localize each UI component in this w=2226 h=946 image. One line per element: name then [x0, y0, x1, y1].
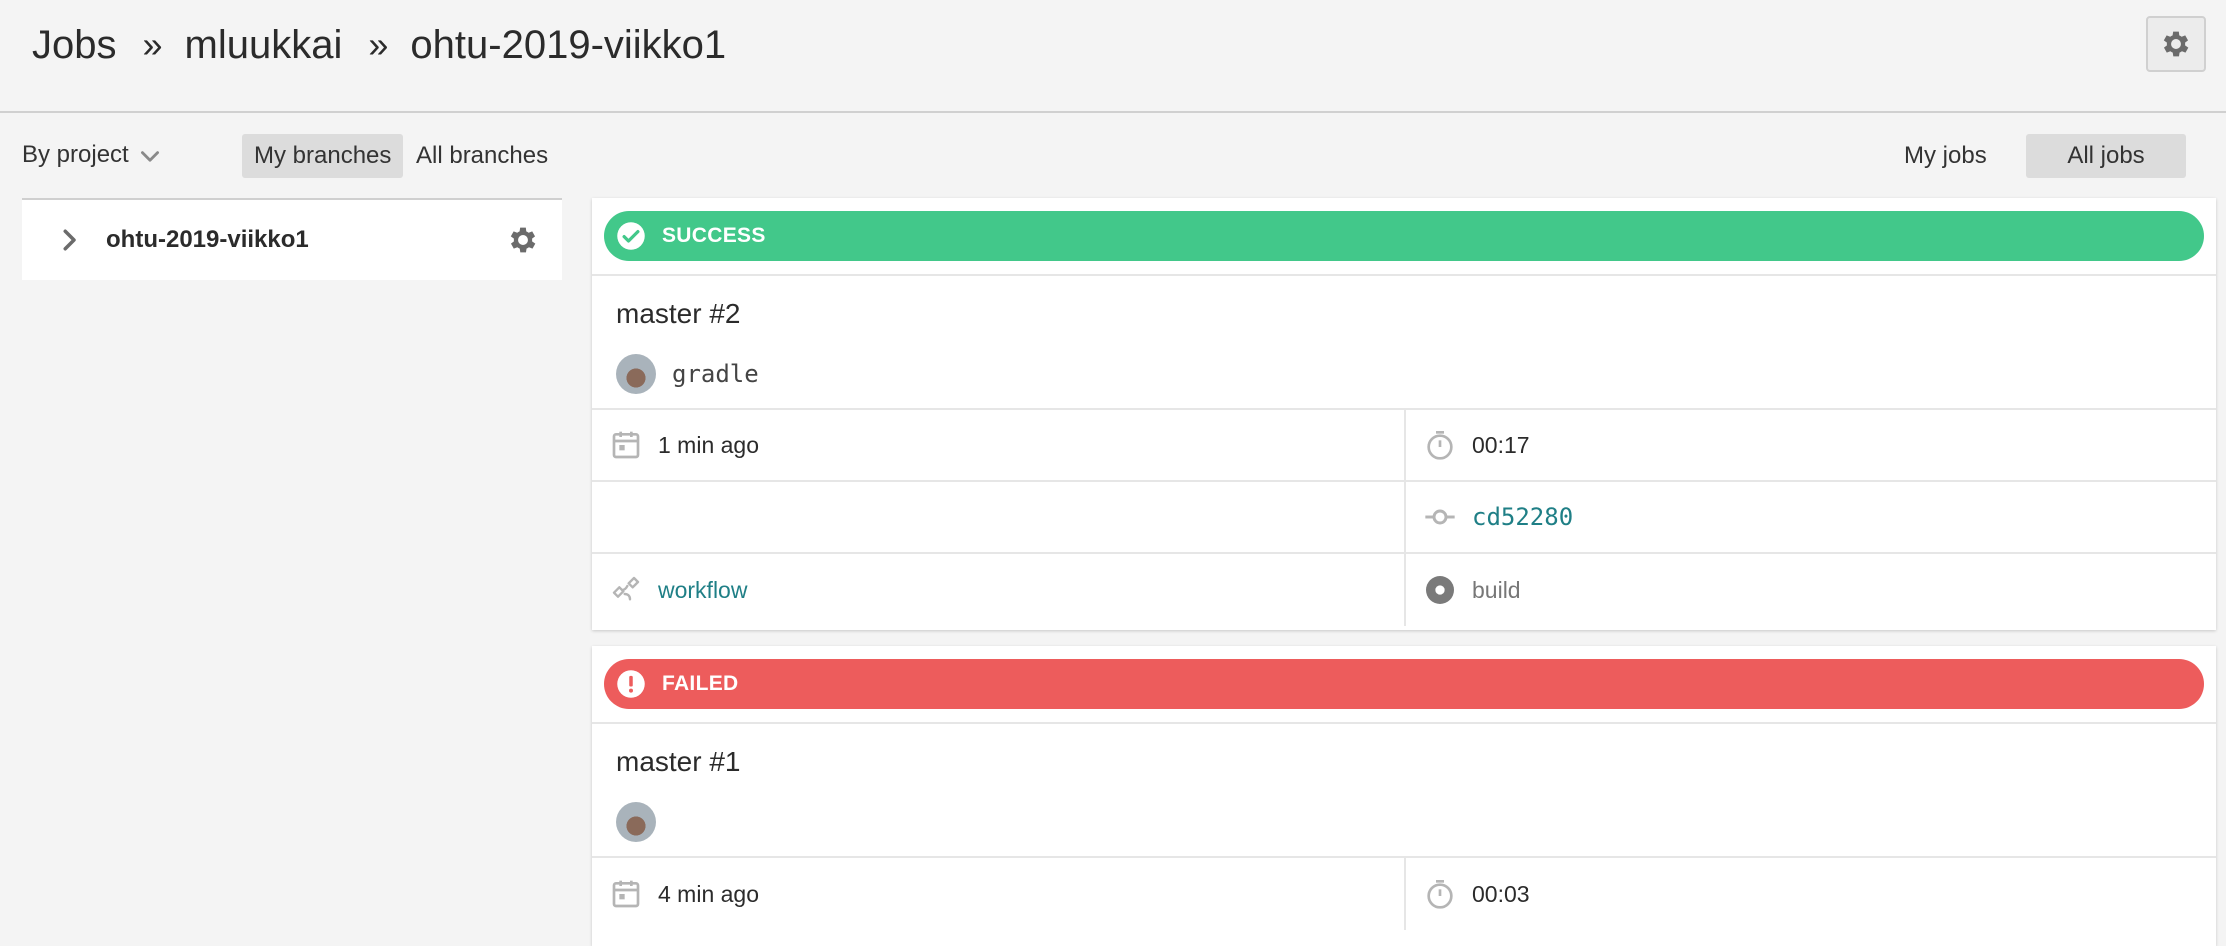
- job-meta-row: cd52280: [592, 482, 2216, 554]
- gear-icon: [2163, 31, 2189, 57]
- duration-cell: 00:17: [1404, 410, 2216, 480]
- calendar-icon: [612, 431, 640, 459]
- duration: 00:03: [1472, 880, 1530, 907]
- page-header: Jobs » mluukkai » ohtu-2019-viikko1: [0, 0, 2226, 113]
- job-name: build: [1472, 576, 1521, 603]
- breadcrumb-separator: »: [142, 24, 163, 65]
- workflow-icon: [612, 576, 640, 601]
- breadcrumb-separator: »: [368, 24, 389, 65]
- tab-all-jobs[interactable]: All jobs: [2026, 134, 2186, 178]
- commit-cell: cd52280: [1404, 482, 2216, 552]
- stopwatch-icon: [1427, 880, 1453, 909]
- calendar-icon: [612, 880, 640, 908]
- breadcrumb-org-link[interactable]: mluukkai: [185, 23, 343, 68]
- workflow-cell: workflow: [592, 554, 1404, 626]
- time-ago-cell: 4 min ago: [592, 858, 1404, 930]
- job-title[interactable]: master #2: [592, 276, 2216, 344]
- avatar: [616, 802, 656, 842]
- check-circle-icon: [617, 222, 645, 250]
- commit-icon: [1425, 509, 1455, 525]
- workflow-link[interactable]: workflow: [658, 577, 747, 604]
- time-ago-cell: 1 min ago: [592, 410, 1404, 480]
- tab-my-branches[interactable]: My branches: [242, 134, 404, 178]
- time-ago: 1 min ago: [658, 431, 760, 458]
- group-by-dropdown[interactable]: By project: [22, 130, 163, 180]
- job-icon: [1426, 576, 1454, 604]
- job-list: SUCCESS master #2 gradle 1 min ago 00:17…: [592, 198, 2216, 946]
- time-ago: 4 min ago: [658, 880, 760, 907]
- alert-circle-icon: [617, 670, 645, 698]
- tab-all-branches[interactable]: All branches: [404, 134, 560, 178]
- breadcrumb-project: ohtu-2019-viikko1: [410, 22, 727, 67]
- duration-cell: 00:03: [1404, 858, 2216, 930]
- sidebar-project-name[interactable]: ohtu-2019-viikko1: [106, 226, 506, 254]
- chevron-down-icon: [140, 151, 159, 162]
- status-label: SUCCESS: [662, 224, 766, 247]
- status-badge: FAILED: [604, 659, 2204, 709]
- settings-button[interactable]: [2146, 16, 2206, 72]
- job-card[interactable]: FAILED master #1 4 min ago 00:03: [592, 646, 2216, 946]
- status-label: FAILED: [662, 672, 739, 695]
- duration: 00:17: [1472, 431, 1530, 458]
- job-meta-row: 4 min ago 00:03: [592, 858, 2216, 930]
- breadcrumb: Jobs » mluukkai » ohtu-2019-viikko1: [32, 20, 726, 70]
- filter-bar: By project My branches All branches My j…: [0, 130, 2226, 180]
- sidebar-project-item[interactable]: ohtu-2019-viikko1: [22, 198, 562, 280]
- commit-message: gradle: [672, 360, 759, 388]
- empty-cell: [592, 482, 1404, 552]
- breadcrumb-jobs-link[interactable]: Jobs: [32, 23, 117, 68]
- stopwatch-icon: [1427, 431, 1453, 460]
- group-by-label: By project: [22, 141, 129, 168]
- commit-hash-link[interactable]: cd52280: [1472, 503, 1573, 531]
- tab-my-jobs[interactable]: My jobs: [1892, 134, 1999, 178]
- job-title[interactable]: master #1: [592, 724, 2216, 792]
- job-meta-row: 1 min ago 00:17: [592, 410, 2216, 482]
- chevron-right-icon[interactable]: [54, 225, 84, 255]
- avatar: [616, 354, 656, 394]
- gear-icon[interactable]: [506, 223, 540, 257]
- job-name-cell: build: [1404, 554, 2216, 626]
- job-meta-row: workflow build: [592, 554, 2216, 626]
- job-card[interactable]: SUCCESS master #2 gradle 1 min ago 00:17…: [592, 198, 2216, 630]
- status-badge: SUCCESS: [604, 211, 2204, 261]
